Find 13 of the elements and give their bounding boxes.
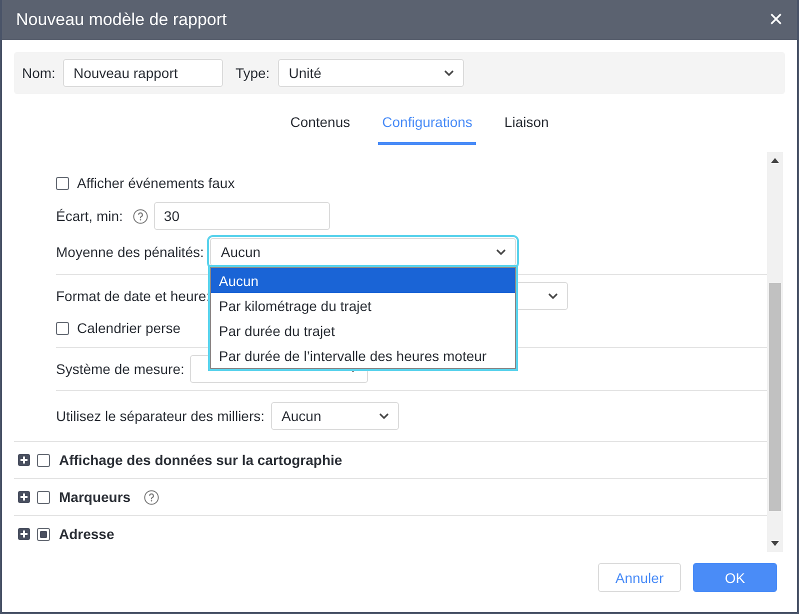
field-label: Utilisez le séparateur des milliers: <box>56 408 265 424</box>
field-label: Moyenne des pénalités: <box>56 244 204 260</box>
type-label: Type: <box>235 65 270 81</box>
section-title: Adresse <box>59 526 114 542</box>
checkbox-label: Afficher événements faux <box>77 175 235 191</box>
section-title: Affichage des données sur la cartographie <box>59 452 342 468</box>
field-label: Écart, min: <box>56 208 123 224</box>
section-title: Marqueurs <box>59 489 131 505</box>
name-label: Nom: <box>22 65 56 81</box>
field-label: Système de mesure: <box>56 361 184 377</box>
field-label: Format de date et heure: <box>56 288 210 304</box>
window-title: Nouveau modèle de rapport <box>16 10 227 30</box>
checkbox-label: Calendrier perse <box>77 320 180 336</box>
